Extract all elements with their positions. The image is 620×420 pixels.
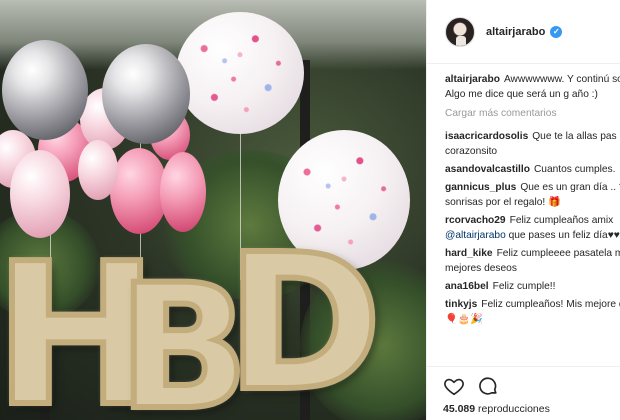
- views-counter: 45.089 reproducciones: [443, 403, 620, 415]
- verified-check-icon: ✓: [550, 25, 563, 38]
- comment-bubble-icon[interactable]: [477, 375, 499, 397]
- post-media[interactable]: H B D: [0, 0, 426, 420]
- confetti-balloon: [176, 12, 304, 134]
- views-count: 45.089: [443, 403, 476, 415]
- comment-item: rcorvacho29 Feliz cumpleaños amix @altair…: [445, 213, 620, 243]
- post-caption: altairjaraboAwwwwwww. Y continú sonrisas…: [445, 72, 620, 102]
- comment-item: tinkyjsFeliz cumpleaños! Mis mejore dese…: [445, 297, 620, 327]
- heart-icon[interactable]: [443, 375, 465, 397]
- author-username[interactable]: altairjarabo: [486, 26, 545, 38]
- comment-username[interactable]: isaacricardosolis: [445, 131, 528, 142]
- comment-text: que pases un feliz día♥♥♥♥♥♥♥: [508, 230, 620, 241]
- comment-item: gannicus_plusQue es un gran día .. ?.. L…: [445, 180, 620, 210]
- comment-username[interactable]: altairjarabo: [445, 74, 500, 85]
- author-avatar[interactable]: [445, 16, 475, 47]
- post-sidebar: altairjarabo ✓ altairjarabo Awwwwwww. Y c…: [426, 0, 620, 420]
- comments-list: altairjaraboAwwwwwww. Y continú sonrisas…: [427, 64, 620, 327]
- silver-balloon: [102, 44, 190, 144]
- post-header: altairjarabo ✓: [427, 0, 620, 64]
- load-more-comments-button[interactable]: Cargar más comentarios: [445, 106, 620, 121]
- comment-text: Cuantos cumples.: [533, 164, 616, 175]
- comment-username[interactable]: rcorvacho29: [445, 215, 506, 226]
- comment-username[interactable]: tinkyjs: [445, 299, 477, 310]
- views-label: reproducciones: [478, 403, 550, 415]
- comment-item: hard_kike Feliz cumpleeee pasatela mis me…: [445, 246, 620, 276]
- pink-balloon: [78, 140, 118, 200]
- pink-balloon: [160, 152, 206, 232]
- comment-item: isaacricardosolisQue te la allas pas max…: [445, 129, 620, 159]
- user-mention-link[interactable]: @altairjarabo: [445, 230, 506, 241]
- silver-balloon: [2, 40, 88, 140]
- comment-username[interactable]: hard_kike: [445, 248, 493, 259]
- comment-username[interactable]: asandovalcastillo: [445, 164, 530, 175]
- post-actions: 45.089 reproducciones: [427, 366, 620, 415]
- comment-username[interactable]: gannicus_plus: [445, 182, 516, 193]
- comment-item: asandovalcastillo Cuantos cumples.: [445, 162, 620, 177]
- foil-letter-balloon: D: [223, 214, 385, 420]
- comment-item: ana16bel Feliz cumple!!: [445, 279, 620, 294]
- comment-text: Feliz cumpleaños amix: [509, 215, 614, 226]
- comment-username[interactable]: ana16bel: [445, 281, 489, 292]
- comment-text: Feliz cumple!!: [492, 281, 556, 292]
